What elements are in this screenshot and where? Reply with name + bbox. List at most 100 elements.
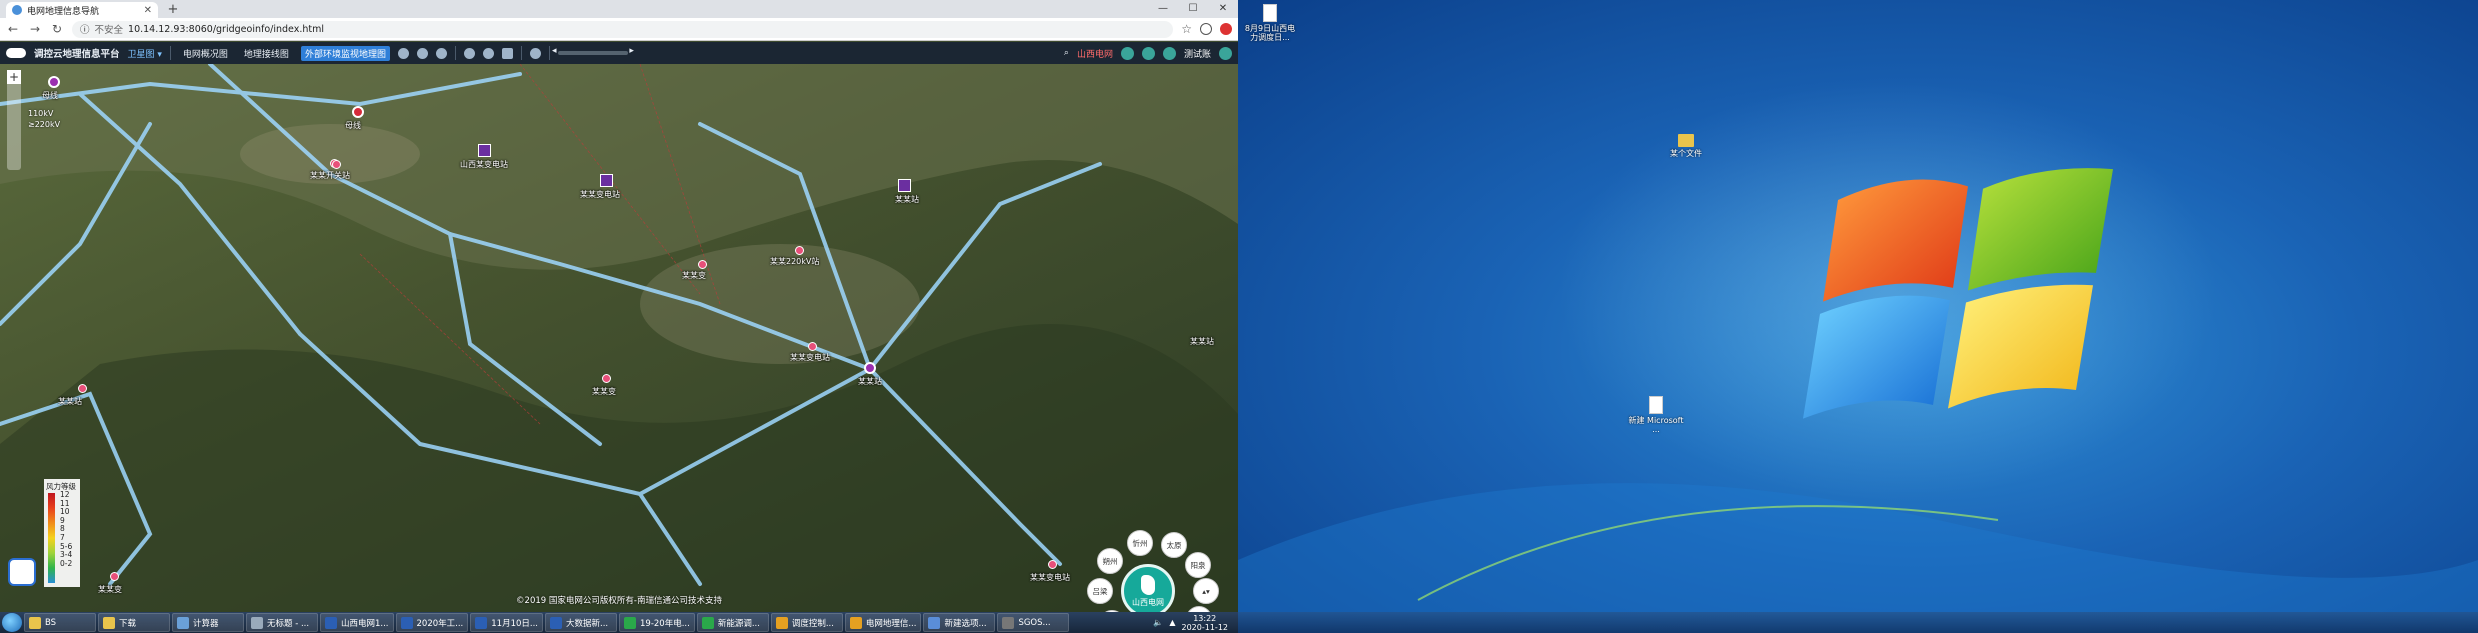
taskbar-item[interactable]: 新能源调... [696,613,769,632]
search-icon[interactable]: ⌕ [1064,48,1069,58]
globe-icon[interactable] [416,47,428,59]
substation-marker[interactable] [600,174,613,187]
extension-icon[interactable] [1220,23,1232,35]
station-label: 某某变电站 [580,190,620,199]
station-label: 某某变 [682,271,706,280]
spreadsheet-icon [624,616,637,629]
app-logo[interactable] [8,558,36,586]
station-marker[interactable] [48,76,60,88]
new-tab-icon[interactable]: + [166,3,180,17]
station-marker[interactable] [352,106,364,118]
forward-icon[interactable]: → [28,22,42,36]
taskbar-item[interactable]: 大数据新... [545,613,618,632]
menu-external-env[interactable]: 外部环境监视地理图 [300,45,390,61]
tab-title: 电网地理信息导航 [27,6,100,17]
user-name: 测试账 [1183,49,1211,60]
taskbar-item[interactable]: 计算器 [172,613,244,632]
taskbar-item[interactable]: 新建选项... [923,613,996,632]
profile-icon[interactable] [1200,23,1212,35]
tab-strip: 电网地理信息导航 ✕ + — ☐ ✕ [0,0,1238,18]
minimize-icon[interactable]: — [1148,0,1178,18]
taskbar-item[interactable]: 电网地理信... [844,613,922,632]
taskbar-item[interactable]: BS [24,613,96,632]
divider [520,46,522,60]
exit-icon[interactable] [1219,46,1232,60]
fire-icon[interactable] [482,47,494,59]
browser-tab[interactable]: 电网地理信息导航 ✕ [6,2,158,18]
help-icon[interactable] [1141,46,1155,60]
desktop-file[interactable]: 8月9日山西电力调度日... [1242,4,1298,42]
station-marker[interactable] [698,260,707,269]
url-input[interactable]: ⓘ 不安全 10.14.12.93:8060/gridgeoinfo/index… [72,20,1174,38]
divider [169,46,171,60]
layer-icon[interactable] [397,47,409,59]
station-marker[interactable] [864,362,876,374]
divider [548,46,550,60]
typhoon-icon[interactable] [463,47,475,59]
station-marker[interactable] [332,160,341,169]
city-button[interactable]: 太原 [1161,532,1187,558]
weather-icon[interactable] [435,47,447,59]
word-icon [550,616,563,629]
taskbar-item[interactable]: 2020年工... [395,613,469,632]
city-button[interactable]: 忻州 [1127,530,1153,556]
tab-close-icon[interactable]: ✕ [144,5,152,16]
taskbar-item-label: 计算器 [193,618,219,629]
start-button[interactable] [2,613,22,632]
alert-icon[interactable] [1120,46,1134,60]
menu-geo-wiring[interactable]: 地理接线图 [240,46,293,61]
station-marker[interactable] [808,342,817,351]
slider-left-icon[interactable]: ◂ [552,46,557,56]
slider-right-icon[interactable]: ▸ [629,46,634,56]
city-button[interactable]: 朔州 [1097,548,1123,574]
taskbar-item[interactable]: 山西电网1... [320,613,394,632]
settings-icon[interactable] [529,47,541,59]
station-label: 某某站 [58,397,82,406]
taskbar-item[interactable]: 11月10日... [470,613,544,632]
substation-marker[interactable] [478,144,491,157]
city-button[interactable]: 阳泉 [1185,552,1211,578]
volume-icon[interactable]: 🔈 [1153,618,1163,627]
menu-grid-overview[interactable]: 电网概况图 [179,46,232,61]
taskbar-item[interactable]: 下载 [98,613,170,632]
desktop-folder[interactable]: 某个文件 [1658,134,1714,158]
user-avatar-icon[interactable] [1162,46,1176,60]
clock[interactable]: 13:22 2020-11-12 [1182,614,1229,632]
basemap-dropdown[interactable]: 卫星图 ▾ [128,47,162,60]
station-marker[interactable] [795,246,804,255]
taskbar-item-label: 11月10日... [491,618,539,629]
network-icon[interactable]: ▲ [1169,618,1175,627]
close-icon[interactable]: ✕ [1208,0,1238,18]
back-icon[interactable]: ← [6,22,20,36]
region-label[interactable]: 山西电网 [1077,47,1113,60]
taskbar-item[interactable]: 无标题 - ... [246,613,318,632]
folder-icon [29,616,41,629]
station-marker[interactable] [1048,560,1057,569]
station-marker[interactable] [602,374,611,383]
taskbar-item[interactable]: 19-20年电... [619,613,695,632]
taskbar-item[interactable]: 调度控制... [770,613,843,632]
reload-icon[interactable]: ↻ [50,22,64,36]
substation-marker[interactable] [898,179,911,192]
station-marker[interactable] [78,384,87,393]
zoom-in-button[interactable]: + [7,70,21,84]
taskbar-item-label: 新建选项... [944,618,987,629]
desktop-icon-label: 8月9日山西电力调度日... [1244,24,1296,42]
taskbar-item-label: 新能源调... [717,618,760,629]
bookmark-star-icon[interactable]: ☆ [1181,22,1192,36]
voltage-legend: 110kV ≥220kV [28,108,60,130]
wind-level-legend: 风力等级 12 11 10 9 8 7 5-6 3-4 0-2 [44,479,80,587]
satellite-map[interactable]: + 110kV ≥220kV 母线 母线 山西某变电站 某某开关站 某某变电站 … [0,64,1238,612]
info-icon[interactable]: ⓘ [80,22,90,36]
maximize-icon[interactable]: ☐ [1178,0,1208,18]
legend-110kv: 110kV [28,109,54,118]
desktop-file[interactable]: 新建 Microsoft ... [1628,396,1684,434]
word-icon [475,616,488,629]
secondary-taskbar [1238,612,2478,633]
station-marker[interactable] [110,572,119,581]
document-icon [1649,396,1663,414]
time-slider[interactable]: ◂ ▸ [552,46,634,56]
table-icon[interactable] [501,47,513,59]
taskbar-item[interactable]: SGOS... [997,613,1070,632]
taskbar-item-label: 2020年工... [416,618,464,629]
